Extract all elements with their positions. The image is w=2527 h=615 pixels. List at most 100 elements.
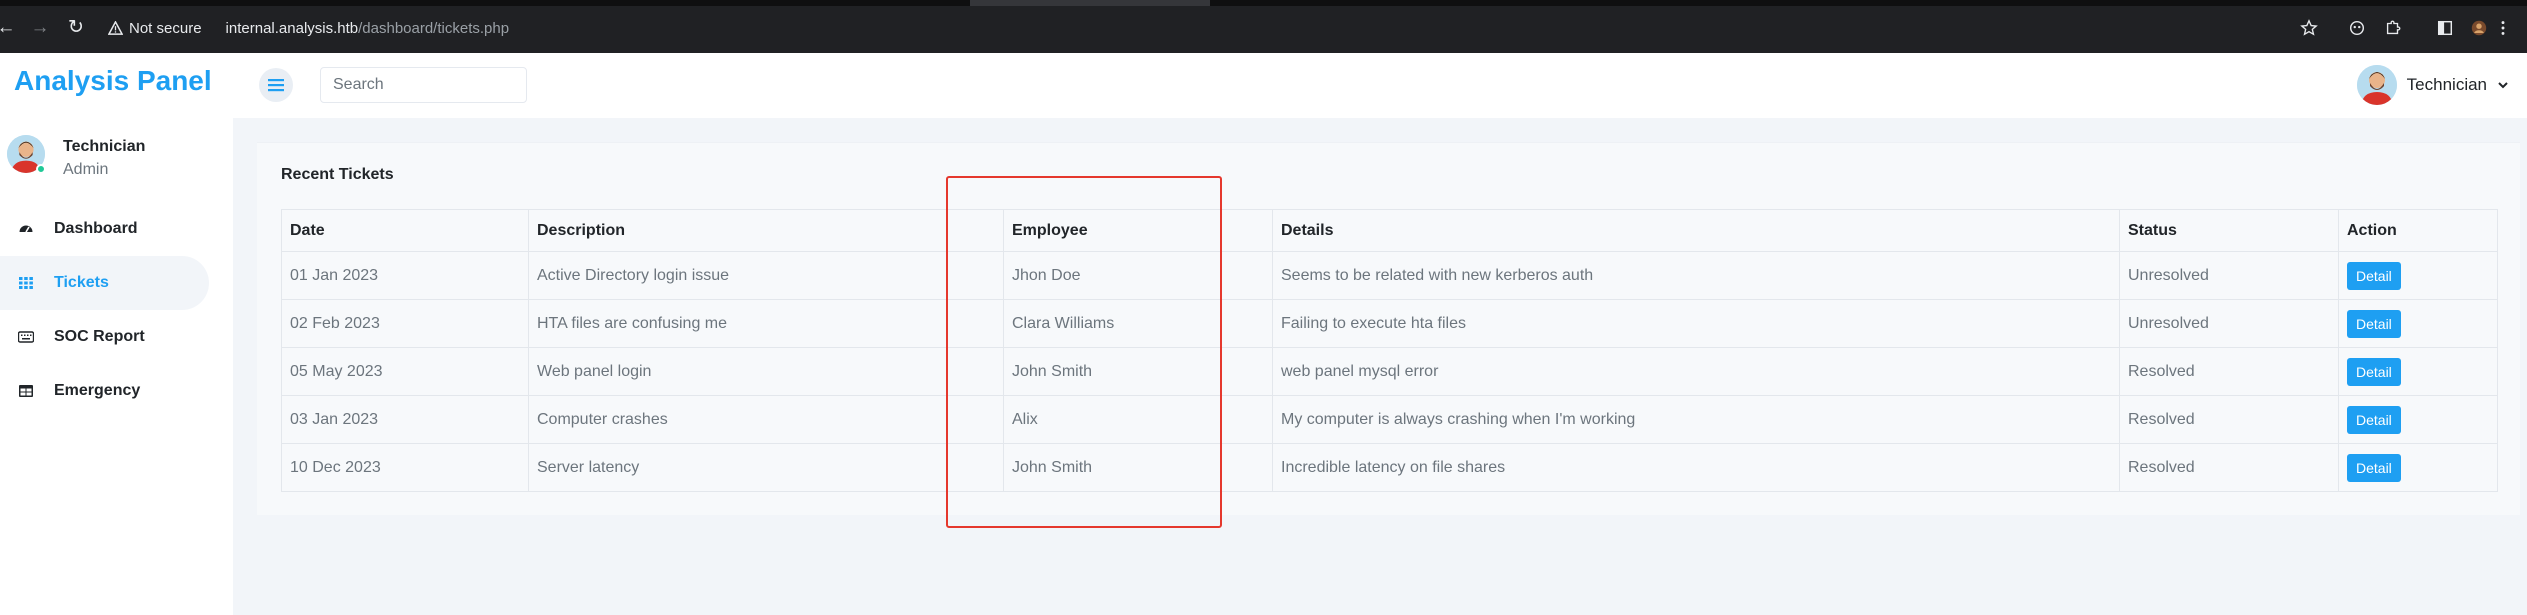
cell-action: Detail: [2338, 299, 2498, 348]
extensions-area: [2345, 16, 2509, 40]
app-header: Analysis Panel Technician: [0, 53, 2527, 118]
column-header-action: Action: [2338, 209, 2498, 252]
menu-toggle-button[interactable]: [259, 68, 293, 102]
cell-action: Detail: [2338, 347, 2498, 396]
brand-title[interactable]: Analysis Panel: [14, 65, 212, 97]
avatar: [2356, 65, 2397, 105]
cell-date: 05 May 2023: [281, 347, 529, 396]
sidebar-item-dashboard[interactable]: Dashboard: [0, 202, 233, 256]
hamburger-icon: [268, 79, 284, 92]
search-input[interactable]: [320, 67, 527, 103]
tickets-table: Date Description Employee Details Status…: [281, 209, 2498, 492]
keyboard-icon: [16, 327, 36, 347]
online-status-dot: [36, 164, 46, 174]
cell-employee: Jhon Doe: [1003, 251, 1273, 300]
cell-employee: John Smith: [1003, 443, 1273, 492]
table-row: 02 Feb 2023 HTA files are confusing me C…: [281, 299, 2498, 348]
sidebar-item-label: Dashboard: [54, 220, 138, 237]
browser-menu-icon[interactable]: [2497, 16, 2509, 40]
bookmark-star[interactable]: [2297, 16, 2321, 40]
side-panel-icon[interactable]: [2433, 16, 2457, 40]
omnibox-row: ← → ↻ Not secure internal.analysis.htb/d…: [0, 8, 2527, 48]
cell-details: Seems to be related with new kerberos au…: [1272, 251, 2120, 300]
address-bar[interactable]: Not secure internal.analysis.htb/dashboa…: [108, 15, 509, 42]
table-row: 01 Jan 2023 Active Directory login issue…: [281, 251, 2498, 300]
puzzle-icon[interactable]: [2381, 16, 2405, 40]
sidebar-item-emergency[interactable]: Emergency: [0, 364, 233, 418]
reload-icon[interactable]: ↻: [64, 16, 88, 40]
column-header-description: Description: [528, 209, 1004, 252]
security-indicator[interactable]: Not secure: [108, 20, 202, 37]
detail-button[interactable]: Detail: [2347, 405, 2401, 434]
cell-action: Detail: [2338, 443, 2498, 492]
active-tab[interactable]: [970, 0, 1210, 6]
sidebar: Technician Admin Dashboard Tickets SOC R…: [0, 118, 233, 615]
sidebar-nav: Dashboard Tickets SOC Report Emergency: [0, 202, 233, 418]
grid-icon: [16, 273, 36, 293]
column-header-employee: Employee: [1003, 209, 1273, 252]
cell-employee: Alix: [1003, 395, 1273, 444]
cell-employee: Clara Williams: [1003, 299, 1273, 348]
column-header-status: Status: [2119, 209, 2339, 252]
sidebar-item-tickets[interactable]: Tickets: [0, 256, 209, 310]
cell-date: 01 Jan 2023: [281, 251, 529, 300]
cell-details: My computer is always crashing when I'm …: [1272, 395, 2120, 444]
profile-icon[interactable]: [2467, 16, 2491, 40]
sidebar-user-role: Admin: [63, 161, 109, 178]
card-body: Recent Tickets Date Description Employee…: [257, 143, 2520, 515]
forward-icon[interactable]: →: [28, 16, 52, 40]
cell-details: Failing to execute hta files: [1272, 299, 2120, 348]
sidebar-user-name: Technician: [63, 138, 146, 155]
table-row: 10 Dec 2023 Server latency John Smith In…: [281, 443, 2498, 492]
cell-description: HTA files are confusing me: [528, 299, 1004, 348]
sidebar-item-soc-report[interactable]: SOC Report: [0, 310, 233, 364]
extension-icon[interactable]: [2345, 16, 2369, 40]
cell-action: Detail: [2338, 251, 2498, 300]
tab-strip: [0, 0, 2527, 6]
cell-date: 10 Dec 2023: [281, 443, 529, 492]
chevron-down-icon: [2498, 82, 2508, 89]
column-header-date: Date: [281, 209, 529, 252]
security-label: Not secure: [129, 20, 202, 37]
detail-button[interactable]: Detail: [2347, 309, 2401, 338]
detail-button[interactable]: Detail: [2347, 261, 2401, 290]
cell-description: Computer crashes: [528, 395, 1004, 444]
cell-description: Server latency: [528, 443, 1004, 492]
user-menu[interactable]: Technician: [2356, 65, 2509, 105]
url-host: internal.analysis.htb: [225, 20, 359, 37]
cell-description: Web panel login: [528, 347, 1004, 396]
table-row: 03 Jan 2023 Computer crashes Alix My com…: [281, 395, 2498, 444]
detail-button[interactable]: Detail: [2347, 357, 2401, 386]
cell-status: Unresolved: [2119, 299, 2339, 348]
table-row: 05 May 2023 Web panel login John Smith w…: [281, 347, 2498, 396]
tickets-card: Recent Tickets Date Description Employee…: [257, 142, 2520, 515]
cell-description: Active Directory login issue: [528, 251, 1004, 300]
cell-date: 03 Jan 2023: [281, 395, 529, 444]
cell-date: 02 Feb 2023: [281, 299, 529, 348]
gauge-icon: [16, 219, 36, 239]
url-path: /dashboard/tickets.php: [358, 20, 510, 37]
table-header-row: Date Description Employee Details Status…: [281, 209, 2498, 252]
cell-status: Unresolved: [2119, 251, 2339, 300]
cell-details: web panel mysql error: [1272, 347, 2120, 396]
sidebar-item-label: Tickets: [54, 274, 109, 291]
card-title: Recent Tickets: [281, 166, 394, 183]
main-content: Recent Tickets Date Description Employee…: [233, 118, 2527, 615]
warning-icon: [108, 21, 123, 35]
table-icon: [16, 381, 36, 401]
column-header-details: Details: [1272, 209, 2120, 252]
cell-status: Resolved: [2119, 347, 2339, 396]
browser-chrome: ← → ↻ Not secure internal.analysis.htb/d…: [0, 0, 2527, 53]
sidebar-item-label: SOC Report: [54, 328, 145, 345]
user-name: Technician: [2406, 75, 2487, 94]
cell-details: Incredible latency on file shares: [1272, 443, 2120, 492]
back-icon[interactable]: ←: [0, 16, 18, 40]
cell-action: Detail: [2338, 395, 2498, 444]
sidebar-user[interactable]: Technician Admin: [7, 128, 229, 182]
cell-employee: John Smith: [1003, 347, 1273, 396]
star-icon[interactable]: [2297, 16, 2321, 40]
cell-status: Resolved: [2119, 443, 2339, 492]
detail-button[interactable]: Detail: [2347, 453, 2401, 482]
cell-status: Resolved: [2119, 395, 2339, 444]
sidebar-item-label: Emergency: [54, 382, 141, 399]
